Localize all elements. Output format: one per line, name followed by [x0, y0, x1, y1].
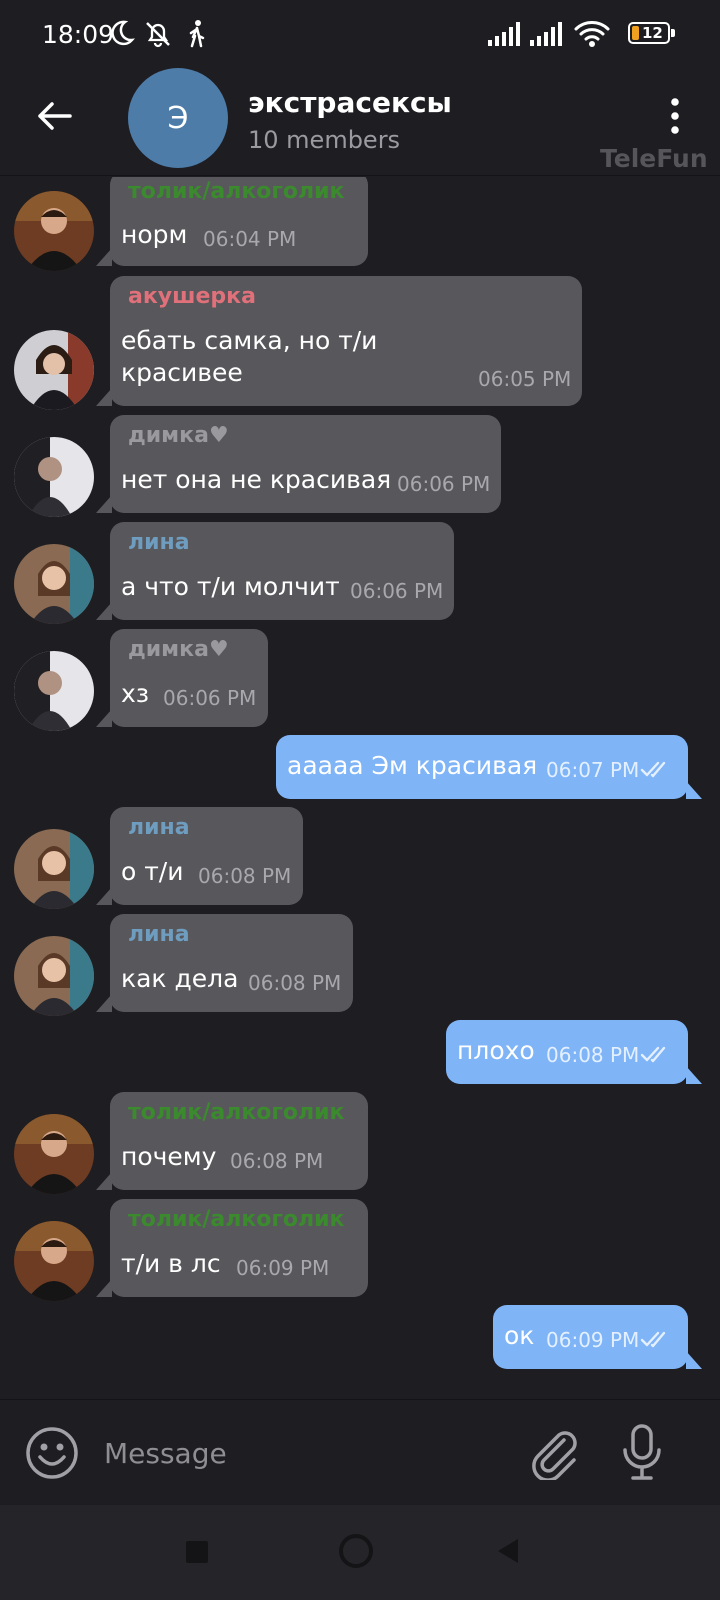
emoji-icon[interactable] — [24, 1425, 80, 1481]
message-incoming[interactable]: толик/алкоголик т/и в лс 06:09 PM — [0, 1199, 720, 1301]
sender-name: акушерка — [128, 284, 256, 309]
message-text: т/и в лс — [121, 1249, 221, 1278]
double-check-icon — [640, 1046, 666, 1063]
message-text: хз — [121, 679, 150, 708]
message-time: 06:05 PM — [478, 367, 572, 391]
sender-name: толик/алкоголик — [128, 179, 345, 204]
walking-icon — [189, 20, 205, 48]
message-time: 06:08 PM — [198, 864, 292, 888]
avatar-lina[interactable] — [14, 544, 94, 624]
message-outgoing[interactable]: ааааа Эм красивая 06:07 PM — [0, 735, 720, 799]
group-avatar[interactable]: Э — [128, 68, 228, 168]
message-text: почему — [121, 1142, 217, 1171]
wifi-icon — [574, 21, 610, 47]
battery-level: 12 — [642, 24, 663, 42]
message-text: а что т/и молчит — [121, 572, 340, 601]
battery-icon: 12 — [628, 22, 675, 44]
microphone-icon[interactable] — [614, 1422, 670, 1482]
message-incoming[interactable]: лина как дела 06:08 PM — [0, 914, 720, 1016]
message-text: ебать самка, но т/и — [121, 326, 378, 355]
message-text: ок — [504, 1321, 535, 1350]
moon-icon — [111, 20, 135, 46]
message-outgoing[interactable]: плохо 06:08 PM — [0, 1020, 720, 1084]
message-time: 06:07 PM — [546, 758, 640, 782]
message-time: 06:04 PM — [203, 227, 297, 251]
more-options-icon[interactable] — [660, 96, 690, 136]
message-incoming[interactable]: димка♥ нет она не красивая 06:06 PM — [0, 415, 720, 517]
sender-name: димка♥ — [128, 637, 229, 662]
message-text: плохо — [457, 1036, 535, 1065]
message-time: 06:06 PM — [163, 686, 257, 710]
sender-name: толик/алкоголик — [128, 1100, 345, 1125]
avatar-akusherka[interactable] — [14, 330, 94, 410]
attach-icon[interactable] — [526, 1424, 582, 1480]
group-title[interactable]: экстрасексы — [248, 86, 452, 119]
message-text: о т/и — [121, 857, 184, 886]
avatar-lina[interactable] — [14, 936, 94, 1016]
message-time: 06:08 PM — [230, 1149, 324, 1173]
sender-name: лина — [128, 815, 190, 840]
message-time: 06:06 PM — [397, 472, 491, 496]
message-text: норм — [121, 220, 188, 249]
recents-icon[interactable] — [184, 1539, 210, 1565]
home-icon[interactable] — [338, 1533, 374, 1569]
group-avatar-letter: Э — [167, 100, 189, 136]
back-arrow-icon[interactable] — [30, 92, 78, 140]
sender-name: лина — [128, 530, 190, 555]
watermark: TeleFun — [600, 144, 708, 173]
avatar-dimka[interactable] — [14, 437, 94, 517]
group-members-count: 10 members — [248, 126, 401, 154]
status-time: 18:09 — [42, 20, 115, 49]
avatar-tolik[interactable] — [14, 191, 94, 271]
message-text: ааааа Эм красивая — [287, 751, 538, 780]
message-text: как дела — [121, 964, 239, 993]
message-time: 06:08 PM — [546, 1043, 640, 1067]
message-composer — [0, 1399, 720, 1505]
message-incoming[interactable]: лина а что т/и молчит 06:06 PM — [0, 522, 720, 624]
message-time: 06:08 PM — [248, 971, 342, 995]
message-input[interactable] — [104, 1430, 484, 1476]
message-time: 06:06 PM — [350, 579, 444, 603]
battery-level-fill — [632, 26, 639, 40]
message-list[interactable]: толик/алкоголик норм 06:04 PM акушерка е… — [0, 177, 720, 1399]
double-check-icon — [640, 761, 666, 778]
message-time: 06:09 PM — [546, 1328, 640, 1352]
signal-icon — [488, 22, 520, 46]
sender-name: лина — [128, 922, 190, 947]
system-navigation-bar — [0, 1505, 720, 1600]
back-nav-icon[interactable] — [494, 1536, 522, 1566]
message-incoming[interactable]: толик/алкоголик норм 06:04 PM — [0, 177, 720, 271]
bell-off-icon — [146, 22, 170, 48]
message-text: красивее — [121, 358, 243, 387]
message-time: 06:09 PM — [236, 1256, 330, 1280]
chat-header: Э экстрасексы 10 members TeleFun — [0, 68, 720, 176]
message-incoming[interactable]: лина о т/и 06:08 PM — [0, 807, 720, 909]
signal-icon — [530, 22, 562, 46]
sender-name: толик/алкоголик — [128, 1207, 345, 1232]
avatar-tolik[interactable] — [14, 1114, 94, 1194]
avatar-lina[interactable] — [14, 829, 94, 909]
sender-name: димка♥ — [128, 423, 229, 448]
message-text: нет она не красивая — [121, 465, 392, 494]
double-check-icon — [640, 1331, 666, 1348]
message-outgoing[interactable]: ок 06:09 PM — [0, 1305, 720, 1369]
message-incoming[interactable]: димка♥ хз 06:06 PM — [0, 629, 720, 731]
message-incoming[interactable]: толик/алкоголик почему 06:08 PM — [0, 1092, 720, 1194]
avatar-dimka[interactable] — [14, 651, 94, 731]
message-incoming[interactable]: акушерка ебать самка, но т/и красивее 06… — [0, 276, 720, 410]
avatar-tolik[interactable] — [14, 1221, 94, 1301]
status-bar: 18:09 12 — [0, 0, 720, 68]
